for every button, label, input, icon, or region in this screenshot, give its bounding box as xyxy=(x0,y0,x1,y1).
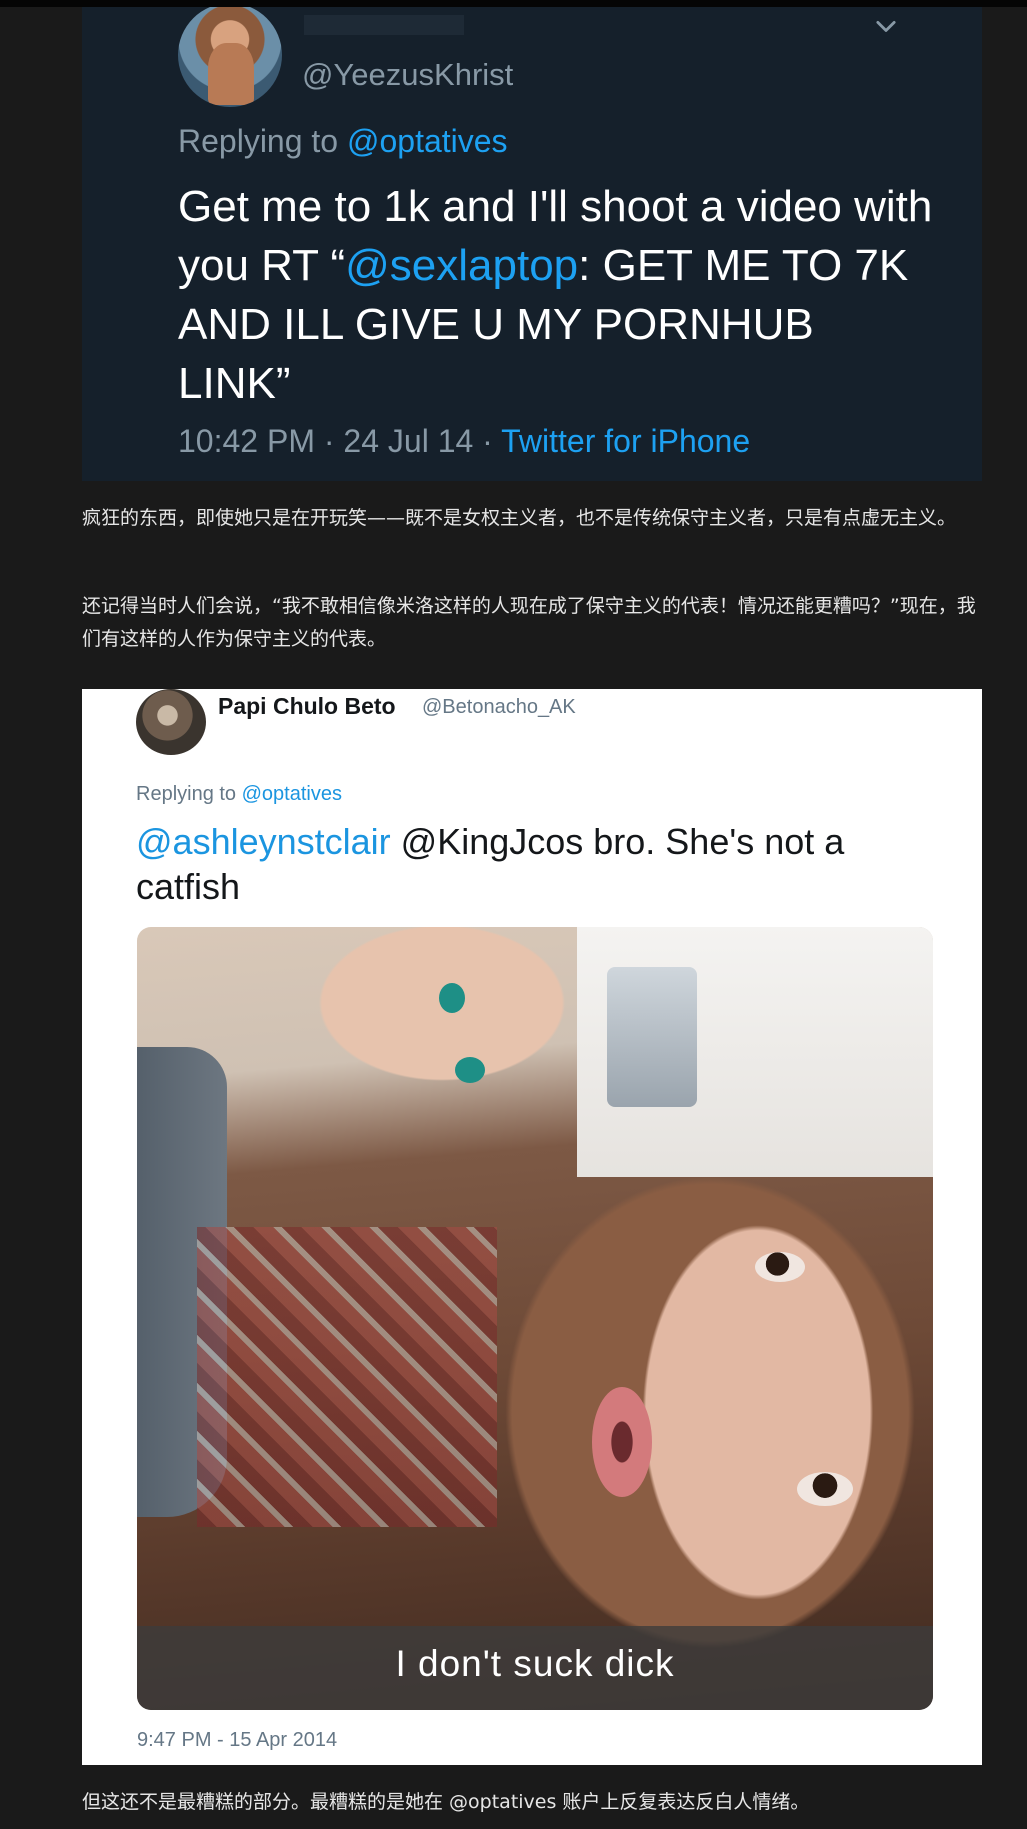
tweet-mention-link: @sexlaptop xyxy=(345,241,579,290)
tweet-screenshot-dark: @YeezusKhrist Replying to @optatives Get… xyxy=(82,7,982,481)
tweet-meta: 10:42 PM · 24 Jul 14 · Twitter for iPhon… xyxy=(178,423,750,460)
tweet-media-photo: I don't suck dick xyxy=(137,927,933,1710)
top-edge-bar xyxy=(0,0,1027,7)
tweet-screenshot-light: Papi Chulo Beto @Betonacho_AK Replying t… xyxy=(82,689,982,1765)
tweet-text: @ashleynstclair @KingJcos bro. She's not… xyxy=(136,819,936,909)
photo-eye xyxy=(797,1472,853,1506)
replying-prefix: Replying to xyxy=(136,783,242,805)
photo-faucet xyxy=(607,967,697,1107)
replying-mention-link: @optatives xyxy=(346,123,508,159)
tweet-handle: @Betonacho_AK xyxy=(422,696,576,718)
avatar xyxy=(136,689,206,755)
photo-lips xyxy=(592,1387,652,1497)
article-paragraph-1: 疯狂的东西，即使她只是在开玩笑——既不是女权主义者，也不是传统保守主义者，只是有… xyxy=(82,507,957,529)
replying-to: Replying to @optatives xyxy=(178,123,508,160)
tweet-timestamp: 10:42 PM · 24 Jul 14 · xyxy=(178,423,502,459)
avatar xyxy=(178,7,282,107)
photo-eye xyxy=(755,1252,805,1282)
tweet-handle: @YeezusKhrist xyxy=(302,57,514,92)
photo-nail xyxy=(455,1057,485,1083)
article-paragraph-2: 还记得当时人们会说，“我不敢相信像米洛这样的人现在成了保守主义的代表！情况还能更… xyxy=(82,595,976,650)
photo-hand xyxy=(277,927,577,1117)
tweet-text: Get me to 1k and I'll shoot a video with… xyxy=(178,177,938,413)
chevron-down-icon xyxy=(876,20,896,32)
replying-mention-link: @optatives xyxy=(241,783,342,805)
tweet-source-link: Twitter for iPhone xyxy=(501,423,751,459)
replying-to: Replying to @optatives xyxy=(136,783,342,806)
article-paragraph-3: 但这还不是最糟糕的部分。最糟糕的是她在 @optatives 账户上反复表达反白… xyxy=(82,1791,810,1813)
photo-caption: I don't suck dick xyxy=(395,1643,675,1684)
tweet-mention-link: @ashleynstclair xyxy=(136,821,391,862)
photo-nail xyxy=(439,983,465,1013)
photo-shirt xyxy=(197,1227,497,1527)
tweet-display-name: Papi Chulo Beto xyxy=(218,693,396,719)
replying-prefix: Replying to xyxy=(178,123,347,159)
display-name-obscured xyxy=(304,15,464,35)
tweet-timestamp: 9:47 PM - 15 Apr 2014 xyxy=(137,1729,338,1751)
